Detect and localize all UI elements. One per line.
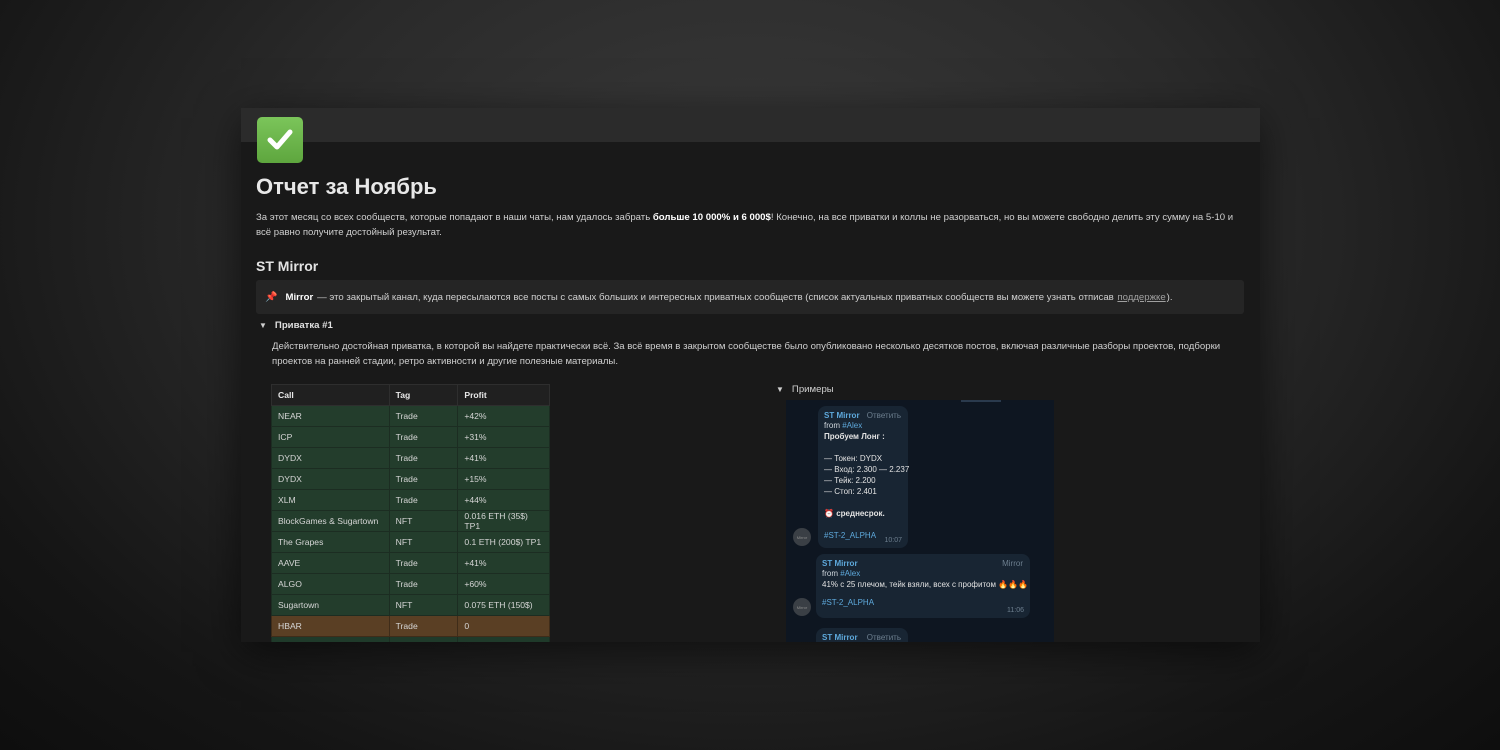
page-title: Отчет за Ноябрь (256, 174, 437, 199)
reply-button[interactable]: Ответить (867, 411, 901, 420)
forwarded-from: from #Alex (822, 569, 861, 578)
table-cell: 0.075 ETH (150$) (457, 594, 550, 616)
table-cell: 0.1 ETH (200$) TP1 (457, 531, 550, 553)
table-cell: NFT (388, 531, 459, 553)
check-mark-icon[interactable] (257, 117, 303, 163)
examples-title: Примеры (791, 384, 834, 395)
table-row[interactable]: NEAR Trade +42% (271, 405, 550, 427)
message-sender[interactable]: ST Mirror (822, 559, 1024, 568)
table-cell: Trade (388, 489, 459, 511)
message-time: 10:07 (884, 537, 902, 544)
table-row[interactable]: ICP Trade +31% (271, 426, 550, 448)
table-cell: The Grapes (271, 531, 390, 553)
table-cell: Trade (388, 447, 459, 469)
table-row[interactable]: XLM Trade +44% (271, 489, 550, 511)
message-bubble: ST Mirror Ответить from #Alex Пробуем Ло… (818, 406, 910, 548)
callout-end: ). (1166, 291, 1173, 303)
table-row[interactable]: HBAR Trade 0 (271, 615, 550, 637)
table-cell: Trade (388, 405, 459, 427)
table-cell: DYDX (271, 447, 390, 469)
message-line: — Токен: DYDX (824, 454, 883, 463)
alarm-clock-icon: ⏰ (824, 509, 834, 518)
message-line: — Вход: 2.300 — 2.237 (824, 465, 910, 474)
triangle-down-icon[interactable]: ▼ (259, 321, 267, 330)
toggle-description: Действительно достойная приватка, в кото… (272, 341, 1221, 367)
column-header[interactable]: Call (271, 384, 390, 406)
column-header[interactable]: Profit (457, 384, 550, 406)
message-line: ⏰ среднесрок. (824, 509, 885, 518)
table-cell: NEAR (271, 405, 390, 427)
callout-block: 📌 Mirror — это закрытый канал, куда пере… (256, 280, 1244, 314)
pin-icon: 📌 (265, 291, 278, 303)
callout-bold: Mirror (285, 291, 314, 303)
previous-message-edge (961, 400, 1001, 402)
intro-paragraph: За этот месяц со всех сообществ, которые… (256, 212, 1234, 238)
table-row[interactable]: ALGO Trade +60% (271, 573, 550, 595)
table-cell: Trade (388, 426, 459, 448)
table-header-row: Call Tag Profit (271, 384, 550, 406)
section-heading: ST Mirror (256, 258, 319, 274)
table-row[interactable]: AAVE Trade +41% (271, 552, 550, 574)
table-cell: ICP (271, 426, 390, 448)
table-row[interactable]: The Grapes NFT 0.1 ETH (200$) TP1 (271, 531, 550, 553)
forwarded-from: from #Alex (824, 421, 863, 430)
page-cover (241, 108, 1260, 142)
table-cell: +31% (457, 426, 550, 448)
table-cell: Trade (388, 573, 459, 595)
table-row[interactable]: Sugartown NFT 0.075 ETH (150$) (271, 594, 550, 616)
table-cell: Sugartown (271, 594, 390, 616)
table-cell: Trade (388, 468, 459, 490)
table-cell: Trade (388, 552, 459, 574)
reply-button[interactable]: Ответить (867, 633, 901, 642)
table-cell: +42% (457, 405, 550, 427)
table-cell: HBAR (271, 615, 390, 637)
table-cell: DYDX (271, 468, 390, 490)
hashtag-link[interactable]: #ST-2_ALPHA (822, 597, 1024, 608)
table-cell: +15% (457, 468, 550, 490)
message-time: 11:06 (1007, 607, 1024, 614)
message-line: Пробуем Лонг : (824, 432, 885, 441)
fire-icon: 🔥🔥🔥 (998, 580, 1029, 589)
table-cell: +44% (457, 489, 550, 511)
table-cell: NFT (388, 594, 459, 616)
table-cell: AAVE (271, 552, 390, 574)
column-header[interactable]: Tag (388, 384, 459, 406)
channel-avatar[interactable]: Mirror (793, 598, 811, 616)
toggle-private-1[interactable]: ▼ Приватка #1 (259, 320, 333, 331)
support-link[interactable]: поддержке (1117, 292, 1165, 303)
table-cell: NFT (388, 510, 459, 532)
channel-avatar[interactable]: Mirror (793, 528, 811, 546)
notion-page: Отчет за Ноябрь За этот месяц со всех со… (241, 108, 1260, 642)
table-row[interactable]: DYDX Trade +15% (271, 468, 550, 490)
table-cell: XLM (271, 489, 390, 511)
table-row[interactable]: DYDX Trade +41% (271, 447, 550, 469)
toggle-examples[interactable]: ▼ Примеры (776, 384, 834, 395)
table-cell: +41% (457, 552, 550, 574)
message-line: — Тейк: 2.200 (824, 476, 876, 485)
toggle-title: Приватка #1 (274, 320, 333, 331)
admin-badge: Mirror (1002, 559, 1023, 568)
table-cell: +41% (457, 447, 550, 469)
triangle-down-icon[interactable]: ▼ (776, 385, 784, 394)
table-cell: +60% (457, 573, 550, 595)
telegram-screenshot: ST Mirror Ответить from #Alex Пробуем Ло… (786, 400, 1054, 642)
table-row-partial (271, 636, 550, 642)
table-cell: ALGO (271, 573, 390, 595)
table-cell: BlockGames & Sugartown (271, 510, 390, 532)
message-line: 41% с 25 плечом, тейк взяли, всех с проф… (822, 580, 1029, 589)
message-bubble: ST Mirror Mirror from #Alex 41% с 25 пле… (816, 554, 1030, 618)
message-bubble: ST Mirror Ответить (816, 628, 908, 642)
message-line: — Стоп: 2.401 (824, 487, 877, 496)
calls-table: Call Tag Profit NEAR Trade +42% ICP Trade +3… (271, 384, 550, 642)
callout-text: — это закрытый канал, куда пересылаются … (317, 291, 1114, 303)
table-cell: 0 (457, 615, 550, 637)
table-cell: Trade (388, 615, 459, 637)
table-cell: 0.016 ETH (35$) TP1 (457, 510, 550, 532)
table-row[interactable]: BlockGames & Sugartown NFT 0.016 ETH (35$)… (271, 510, 550, 532)
